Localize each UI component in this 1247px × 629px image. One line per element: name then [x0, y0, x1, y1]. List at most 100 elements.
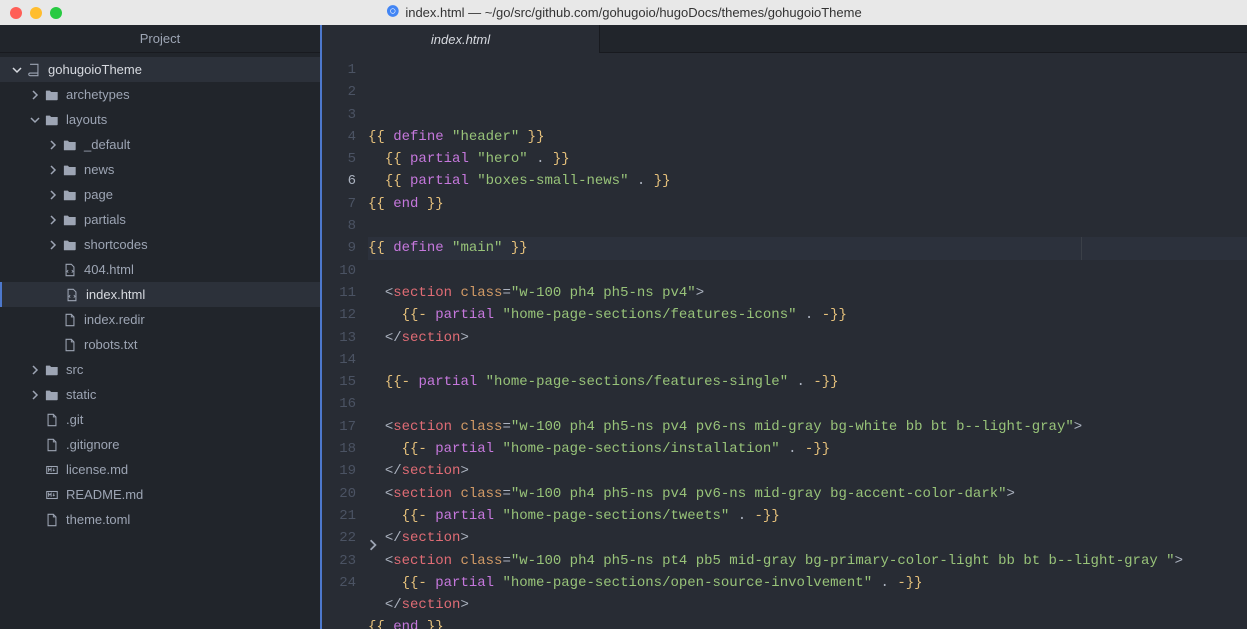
tree-item-label: page: [84, 187, 113, 202]
chevron-spacer: [46, 338, 60, 352]
code-line[interactable]: {{ partial "boxes-small-news" . }}: [368, 170, 1247, 192]
code-line[interactable]: </section>: [368, 460, 1247, 482]
chevron-spacer: [28, 438, 42, 452]
line-number-gutter: 123456789101112131415161718192021222324: [322, 53, 368, 629]
tree-item-label: index.redir: [84, 312, 145, 327]
line-number: 6: [322, 170, 356, 192]
chevron-down-icon[interactable]: [10, 63, 24, 77]
tree-item-archetypes[interactable]: archetypes: [0, 82, 320, 107]
chevron-right-icon[interactable]: [46, 238, 60, 252]
line-number: 14: [322, 349, 356, 371]
tree-item-static[interactable]: static: [0, 382, 320, 407]
project-tree[interactable]: gohugoioTheme archetypes layouts_defaultne…: [0, 53, 320, 629]
folder-icon: [44, 362, 60, 378]
code-editor[interactable]: 123456789101112131415161718192021222324 …: [322, 53, 1247, 629]
code-line[interactable]: [368, 215, 1247, 237]
chevron-right-icon[interactable]: [46, 213, 60, 227]
window-minimize-button[interactable]: [30, 7, 42, 19]
tree-item--default[interactable]: _default: [0, 132, 320, 157]
tree-item-index-redir[interactable]: index.redir: [0, 307, 320, 332]
tree-item-root[interactable]: gohugoioTheme: [0, 57, 320, 82]
tree-item-label: archetypes: [66, 87, 130, 102]
chevron-right-icon[interactable]: [28, 88, 42, 102]
code-line[interactable]: {{- partial "home-page-sections/tweets" …: [368, 505, 1247, 527]
code-line[interactable]: {{ end }}: [368, 193, 1247, 215]
tree-item-license-md[interactable]: license.md: [0, 457, 320, 482]
line-number: 16: [322, 393, 356, 415]
tree-item-label: .git: [66, 412, 83, 427]
folder-icon: [62, 162, 78, 178]
code-line[interactable]: {{- partial "home-page-sections/features…: [368, 371, 1247, 393]
code-line[interactable]: {{- partial "home-page-sections/installa…: [368, 438, 1247, 460]
tree-item-src[interactable]: src: [0, 357, 320, 382]
chevron-right-icon[interactable]: [46, 188, 60, 202]
folder-icon: [44, 387, 60, 403]
tree-item-label: shortcodes: [84, 237, 148, 252]
project-sidebar: Project gohugoioTheme archetypes layouts_d…: [0, 25, 322, 629]
code-line[interactable]: {{ partial "hero" . }}: [368, 148, 1247, 170]
fold-indicator-icon[interactable]: [368, 537, 381, 551]
line-number: 17: [322, 416, 356, 438]
code-line[interactable]: </section>: [368, 327, 1247, 349]
repo-icon: [26, 62, 42, 78]
line-number: 23: [322, 550, 356, 572]
line-number: 1: [322, 59, 356, 81]
line-number: 11: [322, 282, 356, 304]
tree-item-label: 404.html: [84, 262, 134, 277]
code-line[interactable]: <section class="w-100 ph4 ph5-ns pv4 pv6…: [368, 483, 1247, 505]
code-line[interactable]: {{- partial "home-page-sections/open-sou…: [368, 572, 1247, 594]
chevron-right-icon[interactable]: [46, 138, 60, 152]
chevron-right-icon[interactable]: [28, 363, 42, 377]
line-number: 15: [322, 371, 356, 393]
project-panel-header[interactable]: Project: [0, 25, 320, 53]
line-number: 20: [322, 483, 356, 505]
file-icon: [44, 437, 60, 453]
code-line[interactable]: </section>: [368, 594, 1247, 616]
tab-index-html[interactable]: index.html: [322, 25, 600, 53]
code-line[interactable]: [368, 349, 1247, 371]
chevron-spacer: [48, 288, 62, 302]
code-line[interactable]: <section class="w-100 ph4 ph5-ns pt4 pb5…: [368, 550, 1247, 572]
line-number: 21: [322, 505, 356, 527]
tree-item--git[interactable]: .git: [0, 407, 320, 432]
window-close-button[interactable]: [10, 7, 22, 19]
code-line[interactable]: <section class="w-100 ph4 ph5-ns pv4 pv6…: [368, 416, 1247, 438]
code-line[interactable]: {{ end }}: [368, 616, 1247, 629]
code-line[interactable]: [368, 393, 1247, 415]
tree-item-partials[interactable]: partials: [0, 207, 320, 232]
code-content[interactable]: {{ define "header" }} {{ partial "hero" …: [368, 53, 1247, 629]
code-line[interactable]: {{ define "main" }}: [368, 237, 1247, 259]
editor-tabs: index.html: [322, 25, 1247, 53]
tree-item-label: gohugoioTheme: [48, 62, 142, 77]
code-line[interactable]: <section class="w-100 ph4 ph5-ns pv4">: [368, 282, 1247, 304]
line-number: 12: [322, 304, 356, 326]
tree-item--gitignore[interactable]: .gitignore: [0, 432, 320, 457]
chevron-spacer: [28, 513, 42, 527]
tree-item-page[interactable]: page: [0, 182, 320, 207]
file-icon: [44, 412, 60, 428]
tree-item-news[interactable]: news: [0, 157, 320, 182]
tree-item-label: index.html: [86, 287, 145, 302]
tree-item-readme-md[interactable]: README.md: [0, 482, 320, 507]
tree-item-shortcodes[interactable]: shortcodes: [0, 232, 320, 257]
code-line[interactable]: [368, 260, 1247, 282]
tree-item-index-html[interactable]: index.html: [0, 282, 320, 307]
folder-icon: [62, 137, 78, 153]
window-title: index.html — ~/go/src/github.com/gohugoi…: [405, 5, 861, 20]
code-line[interactable]: {{ define "header" }}: [368, 126, 1247, 148]
chevron-right-icon[interactable]: [46, 163, 60, 177]
folder-icon: [44, 112, 60, 128]
window-maximize-button[interactable]: [50, 7, 62, 19]
chevron-right-icon[interactable]: [28, 388, 42, 402]
line-number: 7: [322, 193, 356, 215]
tree-item-robots-txt[interactable]: robots.txt: [0, 332, 320, 357]
code-line[interactable]: {{- partial "home-page-sections/features…: [368, 304, 1247, 326]
line-number: 24: [322, 572, 356, 594]
chevron-down-icon[interactable]: [28, 113, 42, 127]
tree-item-404-html[interactable]: 404.html: [0, 257, 320, 282]
code-line[interactable]: </section>: [368, 527, 1247, 549]
line-number: 3: [322, 104, 356, 126]
tree-item-layouts[interactable]: layouts: [0, 107, 320, 132]
file-code-icon: [64, 287, 80, 303]
tree-item-theme-toml[interactable]: theme.toml: [0, 507, 320, 532]
